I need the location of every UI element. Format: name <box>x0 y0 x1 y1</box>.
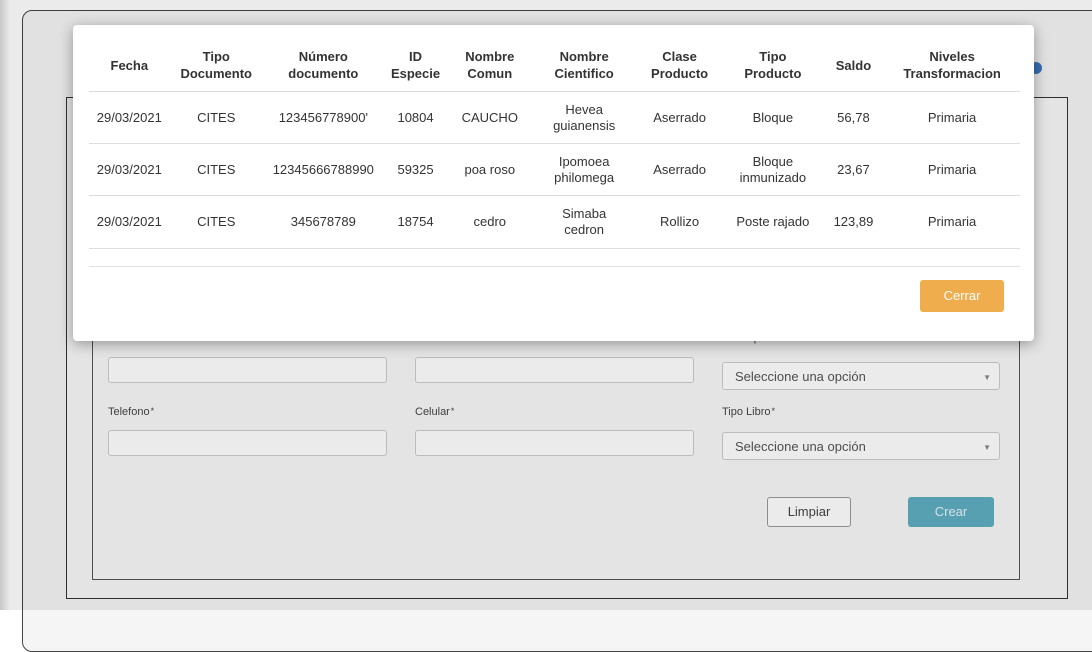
cell-tipo-documento: CITES <box>169 195 263 249</box>
header-tipo-documento: Tipo Documento <box>169 39 263 92</box>
cell-clase-producto: Aserrado <box>636 143 724 196</box>
cell-fecha: 29/03/2021 <box>89 143 170 196</box>
header-numero-documento: Número documento <box>262 39 384 92</box>
cell-niveles: Primaria <box>884 195 1020 249</box>
cell-tipo-documento: CITES <box>169 143 263 196</box>
cell-tipo-producto: Bloque inmunizado <box>723 143 823 196</box>
cell-nombre-cientifico: Hevea guianensis <box>532 91 637 144</box>
cell-tipo-producto: Bloque <box>723 91 823 144</box>
table-row: 29/03/2021 CITES 12345666788990 59325 po… <box>89 143 1020 196</box>
cell-id-especie: 10804 <box>383 91 448 144</box>
cell-id-especie: 18754 <box>383 195 448 249</box>
header-nombre-comun: Nombre Comun <box>447 39 533 92</box>
header-nombre-cientifico: Nombre Cientifico <box>532 39 637 92</box>
cell-numero-documento: 345678789 <box>262 195 384 249</box>
table-row: 29/03/2021 CITES 345678789 18754 cedro S… <box>89 195 1020 249</box>
table-row: 29/03/2021 CITES 123456778900' 10804 CAU… <box>89 91 1020 144</box>
cell-numero-documento: 12345666788990 <box>262 143 384 196</box>
header-clase-producto: Clase Producto <box>636 39 724 92</box>
cell-saldo: 123,89 <box>822 195 885 249</box>
header-tipo-producto: Tipo Producto <box>723 39 823 92</box>
cell-nombre-comun: poa roso <box>447 143 533 196</box>
cell-nombre-comun: cedro <box>447 195 533 249</box>
cell-tipo-documento: CITES <box>169 91 263 144</box>
cell-nombre-cientifico: Ipomoea philomega <box>532 143 637 196</box>
cell-saldo: 23,67 <box>822 143 885 196</box>
modal-footer-divider <box>89 266 1020 267</box>
table-header-row: Fecha Tipo Documento Número documento ID Es… <box>89 39 1020 92</box>
cell-clase-producto: Aserrado <box>636 91 724 144</box>
cell-saldo: 56,78 <box>822 91 885 144</box>
cell-niveles: Primaria <box>884 91 1020 144</box>
header-fecha: Fecha <box>89 39 170 92</box>
cell-nombre-comun: CAUCHO <box>447 91 533 144</box>
header-id-especie: ID Especie <box>383 39 448 92</box>
results-modal: Fecha Tipo Documento Número documento ID Es… <box>73 25 1034 341</box>
cell-clase-producto: Rollizo <box>636 195 724 249</box>
cell-numero-documento: 123456778900' <box>262 91 384 144</box>
results-table: Fecha Tipo Documento Número documento ID Es… <box>89 39 1020 249</box>
header-niveles-transformacion: Niveles Transformacion <box>884 39 1020 92</box>
cell-nombre-cientifico: Simaba cedron <box>532 195 637 249</box>
cell-fecha: 29/03/2021 <box>89 195 170 249</box>
header-saldo: Saldo <box>822 39 885 92</box>
cerrar-button[interactable]: Cerrar <box>920 280 1004 312</box>
cell-fecha: 29/03/2021 <box>89 91 170 144</box>
cell-id-especie: 59325 <box>383 143 448 196</box>
cell-niveles: Primaria <box>884 143 1020 196</box>
cell-tipo-producto: Poste rajado <box>723 195 823 249</box>
